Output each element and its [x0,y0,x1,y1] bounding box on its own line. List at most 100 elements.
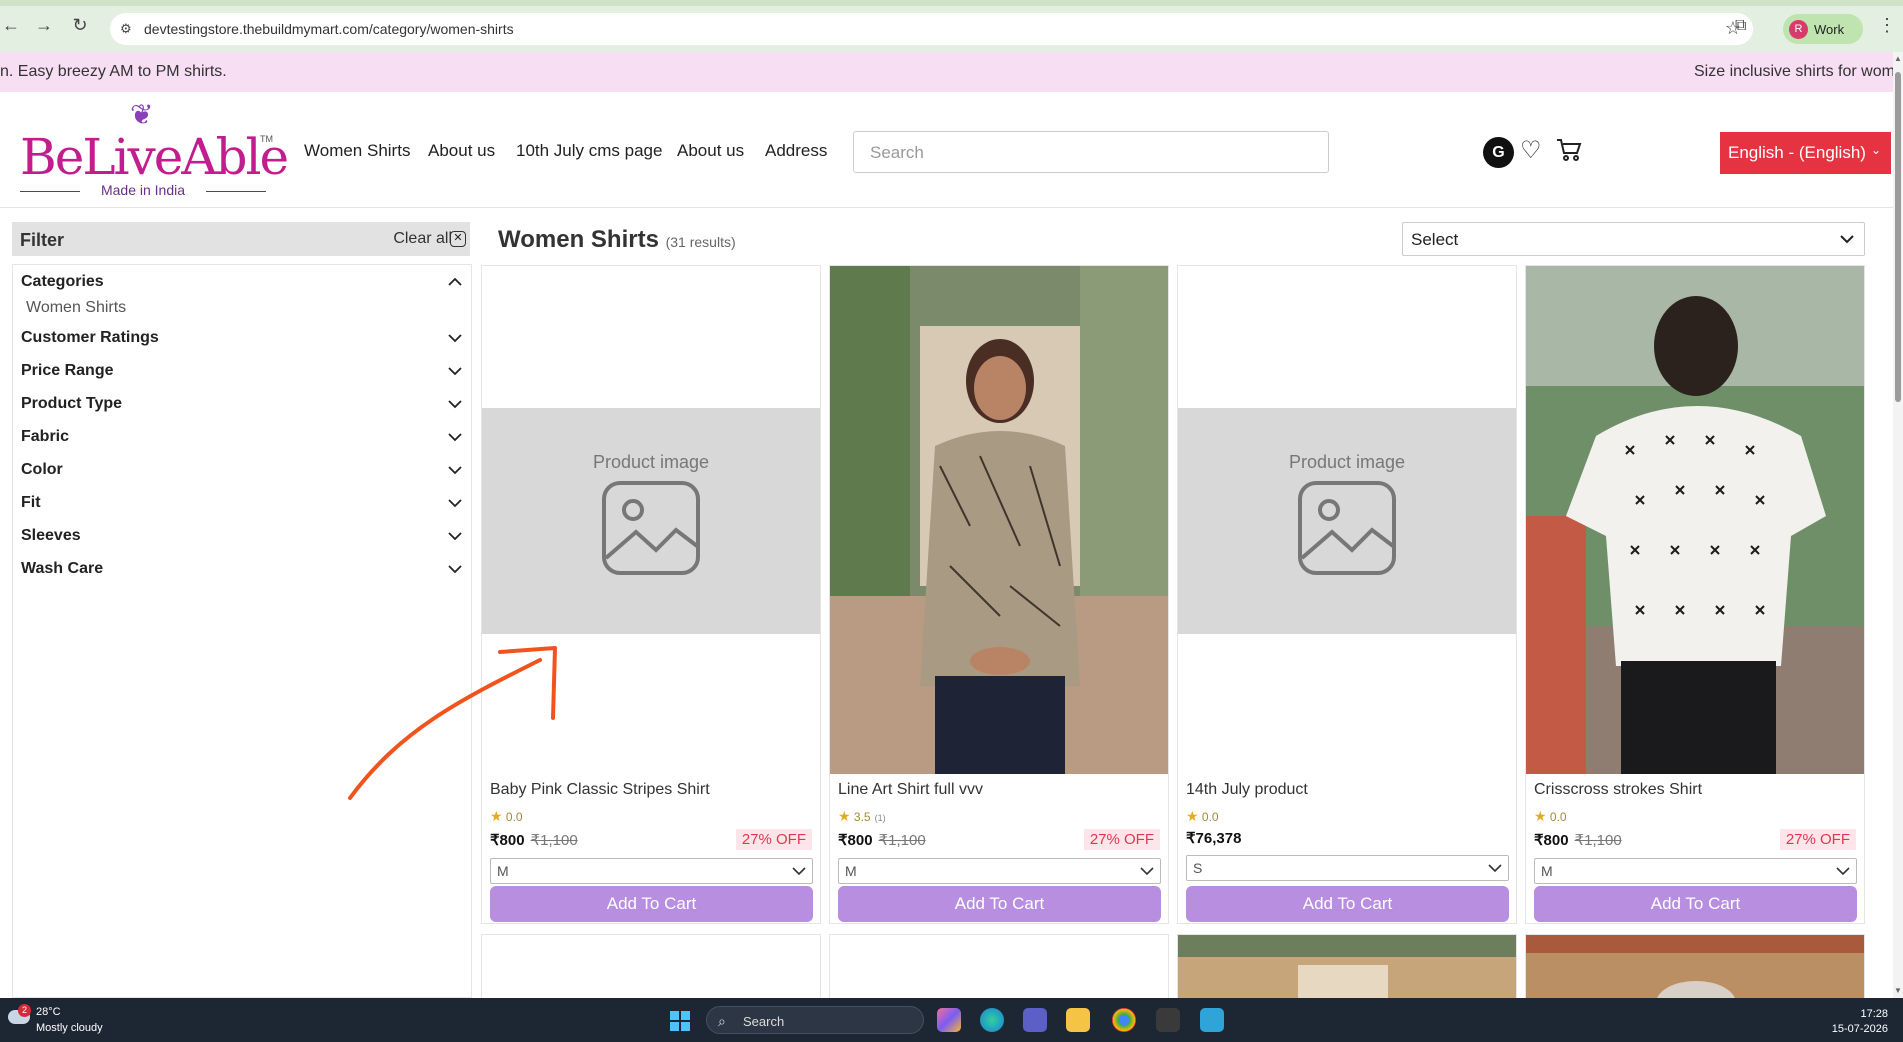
product-rating: ★ 0.0 [1534,808,1567,825]
chrome-browser-icon[interactable] [1112,1008,1136,1032]
add-to-cart-button[interactable]: Add To Cart [1534,886,1857,922]
chevron-down-icon[interactable] [448,331,462,345]
product-name[interactable]: Crisscross strokes Shirt [1534,781,1702,799]
product-card[interactable]: Crisscross strokes Shirt ★ 0.0 ₹800 ₹1,10… [1525,265,1865,924]
chevron-down-icon [1840,235,1854,244]
logo-tagline: Made in India [100,182,186,198]
add-to-cart-button[interactable]: Add To Cart [490,886,813,922]
account-icon[interactable]: G [1483,137,1514,168]
product-card[interactable] [481,934,821,1004]
scrollbar-thumb[interactable] [1895,72,1901,402]
language-select[interactable]: English - (English) ⌄ [1720,132,1891,174]
discount-badge: 27% OFF [735,829,812,850]
size-select[interactable]: M [1534,858,1857,884]
teams-icon[interactable] [1023,1008,1047,1032]
copilot-icon[interactable] [937,1008,961,1032]
product-photo [1526,935,1864,1003]
edge-browser-icon[interactable] [980,1008,1004,1032]
clock-date: 15-07-2026 [1831,1023,1888,1035]
facet-color[interactable]: Color [21,461,63,479]
facet-fabric[interactable]: Fabric [21,428,69,446]
product-price: ₹800 ₹1,100 [1534,831,1622,849]
taskbar-search[interactable]: ⌕ Search [706,1006,924,1034]
facet-fit[interactable]: Fit [21,494,41,512]
facet-wash-care[interactable]: Wash Care [21,560,103,578]
sale-price: ₹800 [1534,832,1569,849]
rating-value: 0.0 [1549,810,1567,824]
chevron-down-icon[interactable] [448,496,462,510]
os-taskbar: 2 28°C Mostly cloudy ⌕ Search 17:28 15-0… [0,998,1903,1042]
mrp-price: ₹1,100 [1574,832,1622,849]
scroll-up-icon[interactable]: ▲ [1894,54,1902,63]
chevron-down-icon[interactable] [448,562,462,576]
reload-icon[interactable]: ↻ [69,14,91,36]
facet-categories[interactable]: Categories [21,273,104,291]
nav-address[interactable]: Address [765,141,827,161]
product-card[interactable] [1177,934,1517,1004]
size-select[interactable]: S [1186,855,1509,881]
wishlist-heart-icon[interactable]: ♡ [1520,136,1542,165]
clear-all-button[interactable]: Clear all [393,230,452,248]
announcement-text-left: n. Easy breezy AM to PM shirts. [0,63,227,80]
chevron-down-icon[interactable] [448,364,462,378]
size-select[interactable]: M [490,858,813,884]
logo-wordmark: BeLiveAble [20,128,289,186]
sort-select[interactable]: Select [1402,222,1865,256]
rating-value: 0.0 [1201,810,1219,824]
product-card[interactable] [1525,934,1865,1004]
product-name[interactable]: 14th July product [1186,781,1308,799]
scroll-down-icon[interactable]: ▼ [1894,986,1902,995]
product-card[interactable]: Product image 14th July product ★ 0.0 ₹7… [1177,265,1517,924]
facet-customer-ratings[interactable]: Customer Ratings [21,329,159,347]
tab-strip [0,0,1903,6]
facet-price-range[interactable]: Price Range [21,362,113,380]
add-to-cart-button[interactable]: Add To Cart [838,886,1161,922]
chevron-down-icon[interactable] [448,463,462,477]
extensions-icon[interactable]: ⧉ [1735,17,1746,35]
product-rating: ★ 0.0 [490,808,523,825]
chevron-down-icon[interactable] [448,430,462,444]
clear-close-icon[interactable]: ✕ [450,231,466,247]
app-box-icon[interactable] [1156,1008,1180,1032]
product-image[interactable] [1526,266,1864,774]
chevron-down-icon[interactable] [448,397,462,411]
nav-cms-page[interactable]: 10th July cms page [516,141,662,161]
product-image[interactable]: Product image [1178,266,1516,774]
product-card[interactable]: Product image Baby Pink Classic Stripes … [481,265,821,924]
annotation-arrow [348,646,557,800]
chevron-down-icon [1140,867,1154,876]
size-value: M [1541,863,1553,879]
system-clock[interactable]: 17:28 15-07-2026 [1820,1007,1888,1037]
product-image[interactable] [830,266,1168,774]
nav-about-us[interactable]: About us [428,141,495,161]
product-card[interactable] [829,934,1169,1004]
nav-women-shirts[interactable]: Women Shirts [304,141,410,161]
forward-icon[interactable]: → [33,14,55,36]
profile-button[interactable]: R Work [1783,14,1863,44]
site-info-icon[interactable]: ⚙ [120,21,132,37]
chevron-up-icon[interactable] [448,275,462,289]
browser-menu-icon[interactable]: ⋮ [1878,15,1896,36]
product-card[interactable]: Line Art Shirt full vvv ★ 3.5 (1) ₹800 ₹1,… [829,265,1169,924]
search-input[interactable]: Search [853,131,1329,173]
back-icon[interactable]: ← [0,14,22,36]
page-scrollbar[interactable]: ▲ ▼ [1893,52,1903,998]
chevron-down-icon[interactable] [448,529,462,543]
cart-icon[interactable] [1554,134,1584,164]
product-photo-line-art-shirt [830,266,1168,774]
size-select[interactable]: M [838,858,1161,884]
windows-start-icon[interactable] [670,1011,690,1031]
brand-logo[interactable]: ❦ BeLiveAble TM Made in India [20,98,289,198]
notepad-icon[interactable] [1200,1008,1224,1032]
address-bar[interactable]: ⚙ devtestingstore.thebuildmymart.com/cat… [110,13,1753,45]
facet-option-women-shirts[interactable]: Women Shirts [26,299,126,317]
product-price: ₹800 ₹1,100 [490,831,578,849]
facet-sleeves[interactable]: Sleeves [21,527,81,545]
add-to-cart-button[interactable]: Add To Cart [1186,886,1509,922]
clock-time: 17:28 [1860,1008,1888,1020]
filter-sidebar: Categories Women Shirts Customer Ratings… [12,264,472,998]
product-name[interactable]: Line Art Shirt full vvv [838,781,983,799]
facet-product-type[interactable]: Product Type [21,395,122,413]
file-explorer-icon[interactable] [1066,1008,1090,1032]
nav-about-us-2[interactable]: About us [677,141,744,161]
